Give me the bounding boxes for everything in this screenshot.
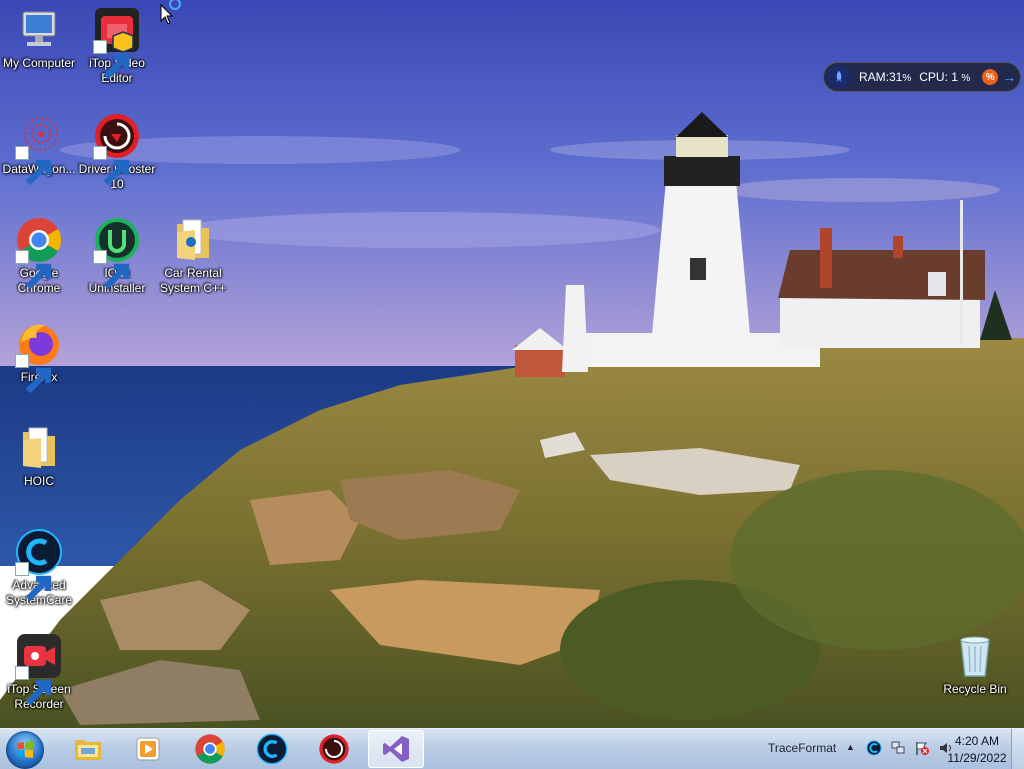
file-explorer-icon [75, 740, 101, 760]
cpu-label: CPU: [919, 70, 948, 84]
ram-unit: % [902, 73, 912, 84]
desktop-icon-itop-video-editor[interactable]: iTop Video Editor [78, 6, 156, 86]
show-hidden-icons-chevron-icon[interactable]: ▲ [846, 742, 855, 752]
taskbar-google-chrome[interactable] [182, 730, 238, 768]
show-desktop-button[interactable] [1011, 729, 1024, 769]
desktop-icon-label: My Computer [2, 56, 76, 70]
desktop-icon-google-chrome[interactable]: Google Chrome [0, 216, 78, 296]
cpu-unit: % [961, 73, 971, 84]
optimize-button[interactable]: % [982, 69, 999, 85]
network-icon[interactable] [890, 740, 906, 756]
expand-arrow-icon[interactable]: → [1002, 69, 1016, 85]
driver-booster-icon [93, 112, 141, 186]
chrome-icon [15, 216, 63, 290]
desktop-wallpaper [0, 0, 1024, 728]
desktop-icon-driver-booster[interactable]: Driver Booster 10 [78, 112, 156, 192]
advanced-systemcare-icon [15, 528, 63, 602]
rocket-icon[interactable] [827, 65, 851, 89]
ram-label: RAM: [859, 70, 889, 84]
advanced-systemcare-icon [256, 733, 288, 765]
video-editor-icon [93, 6, 141, 80]
desktop-icon-label: Car Rental System C++ [159, 266, 227, 295]
desktop-icon-datawagon[interactable]: DataWagon... [0, 112, 78, 186]
action-center-flag-icon[interactable] [914, 740, 930, 756]
shortcut-arrow-icon [15, 250, 52, 290]
shortcut-arrow-icon [93, 146, 130, 186]
clock-time[interactable]: 4:20 AM [946, 734, 1008, 748]
taskbar-driver-booster[interactable] [306, 730, 362, 768]
cpu-usage: CPU: 1 % [919, 70, 970, 84]
chrome-icon [195, 734, 225, 764]
desktop-icon-label: HOIC [24, 474, 54, 488]
windows-logo-icon [17, 741, 33, 758]
shortcut-arrow-icon [93, 40, 130, 80]
firefox-icon [15, 320, 63, 394]
shortcut-arrow-icon [15, 562, 52, 602]
taskbar-file-explorer[interactable] [60, 730, 116, 768]
desktop-icon-hoic[interactable]: HOIC [0, 424, 78, 489]
ram-value: 31 [889, 70, 903, 84]
cpu-value: 1 [951, 70, 958, 84]
folder-icon [15, 424, 63, 472]
monitor-icon [15, 6, 63, 54]
taskbar-visual-studio[interactable] [368, 730, 424, 768]
system-monitor-gadget[interactable]: RAM:31% CPU: 1 % % → [823, 62, 1021, 92]
shortcut-arrow-icon [93, 250, 130, 290]
clock-date[interactable]: 11/29/2022 [941, 751, 1013, 765]
taskbar: TraceFormat ▲ 4:20 AM 11/29/2022 [0, 728, 1024, 769]
recycle-bin-icon [951, 632, 999, 680]
desktop-icon-my-computer[interactable]: My Computer [0, 6, 78, 71]
taskbar-advanced-systemcare[interactable] [244, 730, 300, 768]
folder-icon [169, 216, 217, 264]
desktop-icon-car-rental[interactable]: Car Rental System C++ [154, 216, 232, 296]
advanced-systemcare-tray-icon[interactable] [866, 740, 882, 756]
desktop-icon-recycle-bin[interactable]: Recycle Bin [936, 632, 1014, 697]
iobit-uninstaller-icon [93, 216, 141, 290]
media-player-icon [136, 737, 160, 761]
desktop-icon-advanced-systemcare[interactable]: Advanced SystemCare [0, 528, 78, 608]
desktop-icon-firefox[interactable]: Firefox [0, 320, 78, 394]
desktop-icon-iobit-uninstaller[interactable]: IObit Uninstaller [78, 216, 156, 296]
driver-booster-icon [319, 734, 349, 764]
start-button[interactable] [6, 731, 44, 769]
shortcut-arrow-icon [15, 146, 52, 186]
desktop-icon-itop-screen-recorder[interactable]: iTop Screen Recorder [0, 632, 78, 712]
system-tray: TraceFormat ▲ 4:20 AM 11/29/2022 [724, 729, 1024, 769]
taskbar-media-player[interactable] [120, 730, 176, 768]
shortcut-arrow-icon [15, 666, 52, 706]
traceformat-toolbar-label[interactable]: TraceFormat [768, 741, 836, 755]
desktop-icon-label: Recycle Bin [943, 682, 1007, 696]
datawagon-icon [15, 112, 63, 186]
shortcut-arrow-icon [15, 354, 52, 394]
screen-recorder-icon [15, 632, 63, 706]
ram-usage: RAM:31% [859, 70, 911, 84]
visual-studio-icon [383, 736, 409, 762]
busy-indicator-icon [169, 0, 181, 10]
